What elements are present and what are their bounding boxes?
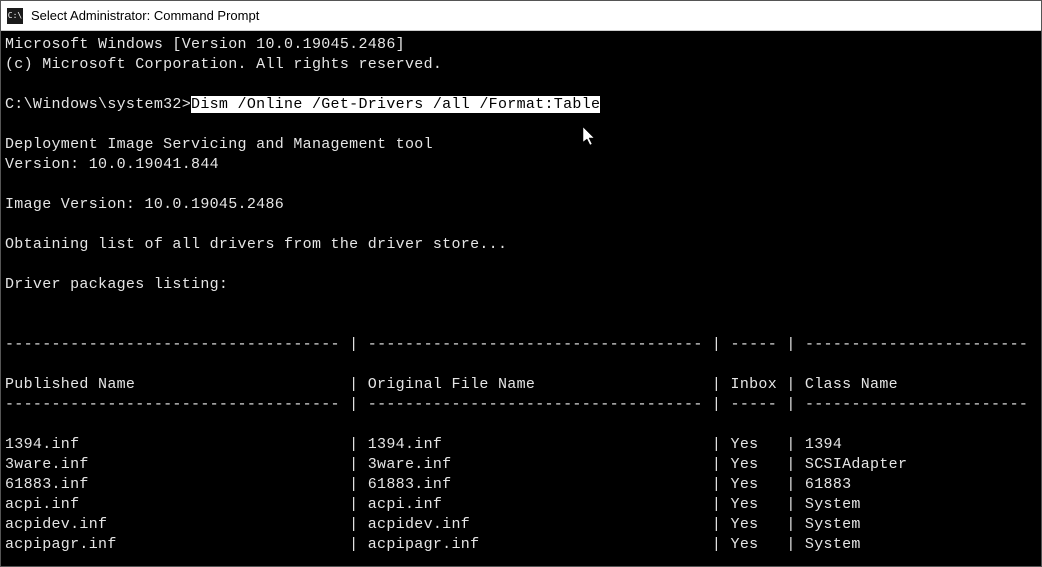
command-prompt-window: C:\ Select Administrator: Command Prompt… [0,0,1042,567]
dism-tool-version: Version: 10.0.19041.844 [5,156,219,173]
listing-line: Driver packages listing: [5,276,228,293]
table-header-row: Published Name | Original File Name | In… [5,376,1041,393]
mouse-cursor-icon [583,127,597,147]
table-header-sep: ------------------------------------ | -… [5,396,1041,413]
window-title: Select Administrator: Command Prompt [31,8,259,23]
os-version-line: Microsoft Windows [Version 10.0.19045.24… [5,36,405,53]
obtaining-line: Obtaining list of all drivers from the d… [5,236,507,253]
cmd-icon: C:\ [7,8,23,24]
image-version-line: Image Version: 10.0.19045.2486 [5,196,284,213]
table-body: 1394.inf | 1394.inf | Yes | 1394 | 3ware… [5,436,1041,553]
terminal-area[interactable]: Microsoft Windows [Version 10.0.19045.24… [1,31,1041,566]
titlebar[interactable]: C:\ Select Administrator: Command Prompt [1,1,1041,31]
prompt: C:\Windows\system32> [5,96,191,113]
entered-command: Dism /Online /Get-Drivers /all /Format:T… [191,96,600,113]
table-top-border: ------------------------------------ | -… [5,336,1041,353]
copyright-line: (c) Microsoft Corporation. All rights re… [5,56,442,73]
dism-tool-name: Deployment Image Servicing and Managemen… [5,136,433,153]
